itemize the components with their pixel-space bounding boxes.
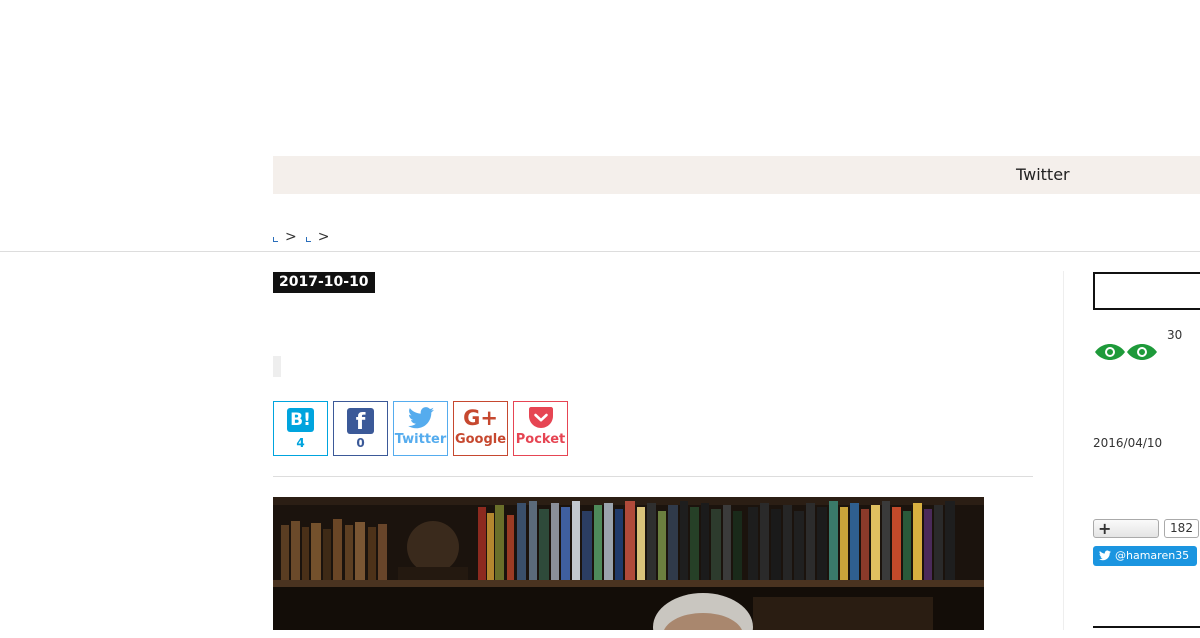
view-count: 30 [1167,328,1183,342]
hatena-follow-button[interactable]: + [1093,519,1159,538]
eye-icon [1095,344,1157,360]
twitter-bird-icon [1099,550,1111,561]
twitter-follow-button[interactable]: @hamaren35 [1093,546,1197,566]
plus-icon: + [1098,519,1112,538]
sidebar-date: 2016/04/10 [1093,436,1163,450]
breadcrumb-home-link[interactable] [273,237,278,242]
twitter-share-label: Twitter [394,432,447,447]
breadcrumb-category-link[interactable] [305,237,311,242]
breadcrumb-separator: > [317,229,330,245]
header-divider [0,251,1200,252]
hero-photo-bookshelf [273,497,984,630]
facebook-icon: f [347,408,374,435]
facebook-count: 0 [356,436,365,450]
article-hero-image [273,497,984,630]
twitter-share-button[interactable]: Twitter [393,401,448,456]
twitter-icon [408,407,434,429]
google-plus-icon: G+ [463,406,498,430]
facebook-share-button[interactable]: f 0 [333,401,388,456]
hatena-count: 4 [296,436,305,450]
content-divider [273,476,1033,477]
sidebar-search-box[interactable] [1093,272,1200,310]
sidebar-divider [1063,271,1064,630]
hatena-icon: B! [287,408,314,432]
article-title-placeholder [273,356,281,377]
breadcrumb: > > [273,229,338,245]
breadcrumb-separator: > [285,229,297,245]
sidebar-box-bottom [1093,626,1200,638]
google-share-label: Google [454,432,507,447]
eye-icons [1094,342,1158,366]
hatena-bookmark-button[interactable]: B! 4 [273,401,328,456]
pocket-icon [529,407,553,428]
google-plus-share-button[interactable]: G+ Google [453,401,508,456]
pocket-share-button[interactable]: Pocket [513,401,568,456]
twitter-handle: @hamaren35 [1115,549,1190,562]
nav-twitter-link[interactable]: Twitter [1016,165,1070,184]
follow-count: 182 [1164,519,1199,538]
article-date-badge: 2017-10-10 [273,272,375,293]
pocket-share-label: Pocket [515,432,566,447]
